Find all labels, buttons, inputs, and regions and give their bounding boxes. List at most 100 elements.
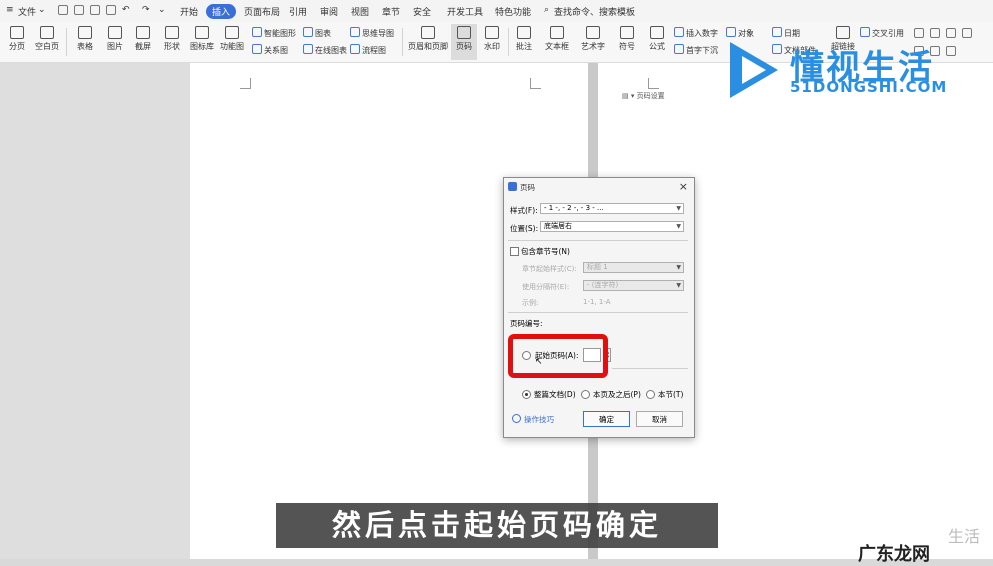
ok-button[interactable]: 确定 (583, 411, 630, 427)
watermark-button[interactable]: 水印 (478, 24, 506, 60)
textbox-icon (550, 26, 564, 39)
hamburger-icon[interactable]: ≡ (6, 5, 14, 15)
online-chart-button[interactable]: 在线图表 (303, 44, 347, 56)
wordart-icon (586, 26, 600, 39)
wordart-button[interactable]: 艺术字 (576, 24, 610, 60)
chevron-down-icon[interactable]: ⌄ (38, 5, 46, 15)
screenshot-icon (136, 26, 150, 39)
example-value: 1-1, 1-A (583, 298, 611, 306)
app-icon (508, 182, 517, 191)
tool-icon[interactable] (914, 28, 924, 38)
tips-link[interactable]: 操作技巧 (512, 414, 554, 425)
blank-page-button[interactable]: 空白页 (30, 24, 64, 60)
menu-file[interactable]: 文件 (18, 5, 36, 18)
chapter-start-select[interactable]: 标题 1 ▼ (583, 262, 684, 273)
icon-library-icon (195, 26, 209, 39)
function-chart-button[interactable]: 功能图 (215, 24, 249, 60)
preview-icon[interactable] (106, 5, 116, 15)
tab-home[interactable]: 开始 (180, 5, 198, 18)
chevron-down-icon: ▼ (676, 205, 681, 212)
logo-play-icon (730, 42, 778, 98)
style-select[interactable]: - 1 -, - 2 -, - 3 - ... ▼ (540, 203, 684, 214)
more-icon[interactable]: ⌄ (158, 5, 166, 15)
apply-whole-doc-radio[interactable] (522, 390, 531, 399)
shape-icon (165, 26, 179, 39)
chevron-down-icon: ▼ (676, 223, 681, 230)
cancel-button[interactable]: 取消 (636, 411, 683, 427)
chart-button[interactable]: 图表 (303, 27, 331, 39)
cross-reference-icon (860, 27, 870, 37)
red-highlight-box (508, 334, 608, 378)
mind-map-button[interactable]: 思维导图 (350, 27, 394, 39)
apply-from-here-label: 本页及之后(P) (593, 390, 641, 399)
separator-select[interactable]: - (连字符) ▼ (583, 280, 684, 291)
smart-graphic-button[interactable]: 智能图形 (252, 27, 296, 39)
omega-icon (620, 26, 634, 39)
insert-number-button[interactable]: 插入数字 (674, 27, 718, 39)
undo-icon[interactable]: ↶ (122, 5, 130, 15)
comment-button[interactable]: 批注 (511, 24, 537, 60)
tab-page-layout[interactable]: 页面布局 (244, 5, 280, 18)
tool-icon[interactable] (930, 28, 940, 38)
position-select[interactable]: 底端居右 ▼ (540, 221, 684, 232)
tab-references[interactable]: 引用 (289, 5, 307, 18)
tab-security[interactable]: 安全 (413, 5, 431, 18)
cross-reference-button[interactable]: 交叉引用 (860, 27, 904, 39)
separator-label: 使用分隔符(E): (522, 283, 570, 291)
close-icon[interactable]: × (679, 180, 688, 193)
apply-from-here-radio[interactable] (581, 390, 590, 399)
formula-button[interactable]: 公式 (640, 24, 674, 60)
table-button[interactable]: 表格 (68, 24, 102, 60)
command-search[interactable]: 查找命令、搜索模板 (554, 5, 635, 18)
tips-icon (512, 414, 521, 423)
position-label: 位置(S): (510, 224, 539, 233)
header-footer-button[interactable]: 页眉和页脚 (408, 24, 448, 60)
apply-whole-doc-label: 整篇文档(D) (534, 390, 576, 399)
table-icon (78, 26, 92, 39)
save-icon[interactable] (58, 5, 68, 15)
icon-library-button[interactable]: 图标库 (185, 24, 219, 60)
margin-corner (648, 78, 659, 89)
chapter-start-label: 章节起始样式(C): (522, 265, 577, 273)
apply-section-radio[interactable] (646, 390, 655, 399)
tab-insert[interactable]: 插入 (206, 4, 237, 19)
page-break-icon (10, 26, 24, 39)
margin-corner (240, 78, 251, 89)
mind-map-icon (350, 27, 360, 37)
chevron-down-icon: ▼ (676, 282, 681, 289)
page-number-settings-hint[interactable]: ▤ ▾ 页码设置 (622, 91, 665, 101)
textbox-button[interactable]: 文本框 (540, 24, 574, 60)
drop-cap-icon (674, 44, 684, 54)
chevron-down-icon: ▼ (676, 264, 681, 271)
tool-icon[interactable] (946, 46, 956, 56)
dialog-title: 页码 (520, 183, 535, 192)
tab-section[interactable]: 章节 (382, 5, 400, 18)
tab-features[interactable]: 特色功能 (495, 5, 531, 18)
flowchart-button[interactable]: 流程图 (350, 44, 386, 56)
pi-icon (650, 26, 664, 39)
divider (612, 368, 688, 369)
shape-button[interactable]: 形状 (155, 24, 189, 60)
drop-cap-button[interactable]: 首字下沉 (674, 44, 718, 56)
tab-view[interactable]: 视图 (351, 5, 369, 18)
margin-corner (530, 78, 541, 89)
ribbon-divider (66, 28, 67, 56)
print-icon[interactable] (90, 5, 100, 15)
tool-icon[interactable] (946, 28, 956, 38)
search-icon: ⌕ (544, 5, 550, 15)
include-chapter-checkbox[interactable] (510, 247, 519, 256)
page-break-button[interactable]: 分页 (0, 24, 34, 60)
page-number-button[interactable]: 页码 (451, 24, 477, 60)
relation-chart-button[interactable]: 关系图 (252, 44, 288, 56)
divider (508, 240, 688, 241)
divider (508, 312, 688, 313)
tool-icon[interactable] (962, 28, 972, 38)
tab-review[interactable]: 审阅 (320, 5, 338, 18)
numbering-label: 页码编号: (510, 319, 543, 328)
ribbon-divider (508, 28, 509, 56)
redo-icon[interactable]: ↷ (142, 5, 150, 15)
tab-developer[interactable]: 开发工具 (447, 5, 483, 18)
export-icon[interactable] (74, 5, 84, 15)
faint-watermark: 生活 (948, 527, 981, 546)
symbol-button[interactable]: 符号 (610, 24, 644, 60)
